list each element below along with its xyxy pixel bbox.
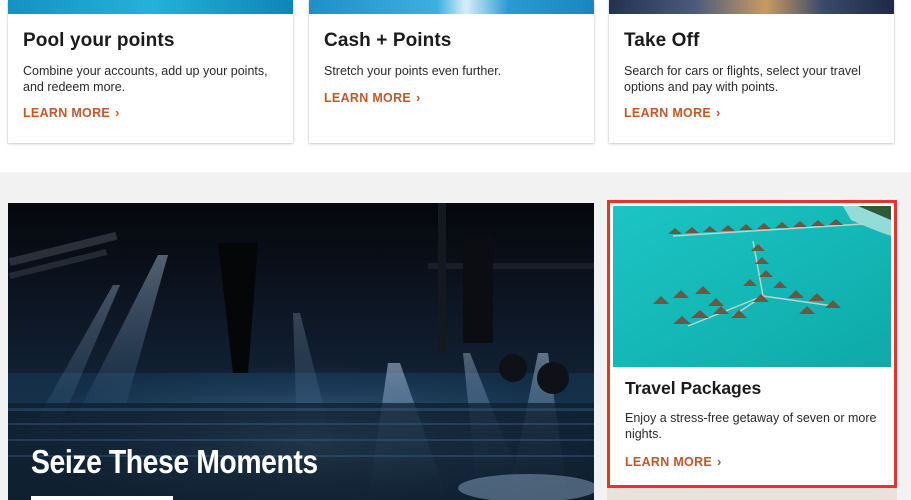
card-description: Search for cars or flights, select your …: [624, 64, 861, 94]
card-description: Combine your accounts, add up your point…: [23, 64, 268, 94]
chevron-right-icon: ›: [115, 105, 120, 120]
card-pool-points: Pool your points Combine your accounts, …: [8, 0, 293, 143]
card-image-strip: [609, 0, 894, 14]
chevron-right-icon: ›: [416, 90, 421, 105]
card-title: Pool your points: [23, 30, 175, 51]
card-image-strip: [309, 0, 594, 14]
learn-more-link[interactable]: LEARN MORE ›: [23, 105, 120, 120]
chevron-right-icon: ›: [716, 105, 721, 120]
card-description: Stretch your points even further.: [324, 64, 502, 78]
learn-more-link[interactable]: LEARN MORE ›: [624, 105, 721, 120]
travel-packages-card[interactable]: Travel Packages Enjoy a stress-free geta…: [607, 200, 897, 488]
learn-more-label: LEARN MORE: [624, 105, 712, 120]
travel-photo: [613, 206, 891, 367]
feature-cta-button[interactable]: [31, 496, 173, 500]
card-image-strip: [8, 0, 293, 14]
feature-title: Seize These Moments: [31, 443, 318, 480]
card-title: Cash + Points: [324, 30, 452, 51]
learn-more-link[interactable]: LEARN MORE ›: [324, 90, 421, 105]
card-take-off: Take Off Search for cars or flights, sel…: [609, 0, 894, 143]
learn-more-label: LEARN MORE: [23, 105, 111, 120]
card-cash-points: Cash + Points Stretch your points even f…: [309, 0, 594, 143]
feature-concert-banner[interactable]: Seize These Moments: [8, 203, 594, 500]
travel-description: Enjoy a stress-free getaway of seven or …: [625, 411, 877, 441]
travel-title: Travel Packages: [625, 378, 762, 398]
card-title: Take Off: [624, 30, 700, 51]
learn-more-link[interactable]: LEARN MORE ›: [625, 454, 722, 469]
learn-more-label: LEARN MORE: [625, 454, 713, 469]
chevron-right-icon: ›: [717, 454, 722, 469]
top-cards-section: Pool your points Combine your accounts, …: [0, 0, 911, 172]
learn-more-label: LEARN MORE: [324, 90, 412, 105]
next-card-preview: [607, 488, 897, 500]
